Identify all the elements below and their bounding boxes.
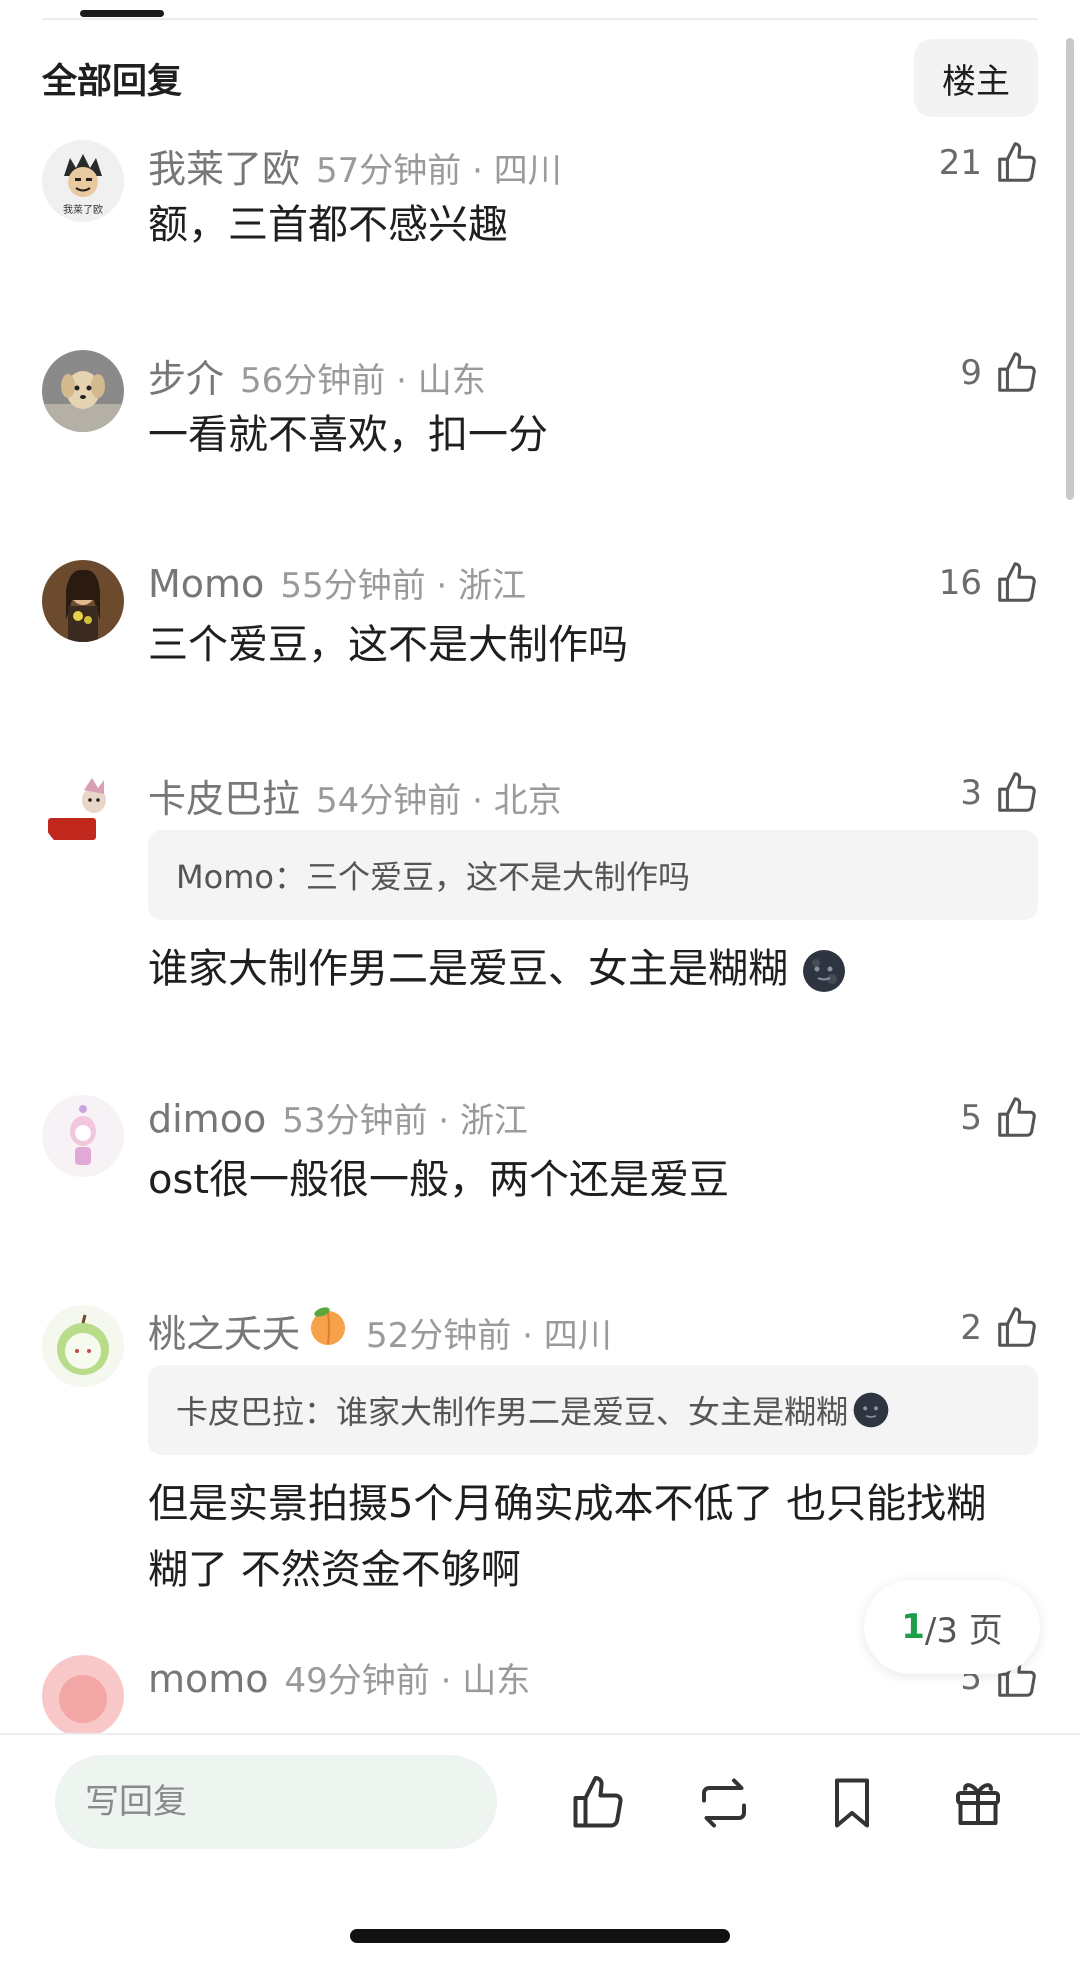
comment-username[interactable]: 桃之夭夭 bbox=[148, 1303, 300, 1358]
comment-text-content: 谁家大制作男二是爱豆、女主是糊糊 bbox=[148, 946, 788, 992]
thumbs-up-icon bbox=[998, 142, 1036, 182]
peach-emoji-icon bbox=[311, 1307, 346, 1345]
like-count: 3 bbox=[960, 773, 982, 813]
avatar[interactable] bbox=[42, 1655, 124, 1735]
page-indicator[interactable]: 1 /3 页 bbox=[864, 1580, 1040, 1674]
avatar[interactable] bbox=[42, 1095, 124, 1177]
comment-username[interactable]: Momo bbox=[148, 562, 264, 606]
home-indicator bbox=[350, 1929, 730, 1943]
comment-time-location: 53分钟前 · 浙江 bbox=[282, 1101, 528, 1141]
quoted-reply[interactable]: Momo：三个爱豆，这不是大制作吗 bbox=[148, 830, 1038, 920]
comment-time-location: 56分钟前 · 山东 bbox=[240, 361, 486, 401]
new-moon-face-emoji-icon bbox=[853, 1392, 889, 1428]
comment-text: 谁家大制作男二是爱豆、女主是糊糊 bbox=[148, 936, 1020, 1002]
comment-username[interactable]: 我莱了欧 bbox=[148, 138, 300, 193]
thumbs-up-icon bbox=[998, 772, 1036, 812]
comment-meta: dimoo 53分钟前 · 浙江 bbox=[148, 1093, 528, 1141]
comment-username[interactable]: 步介 bbox=[148, 348, 224, 403]
comment-meta: Momo 55分钟前 · 浙江 bbox=[148, 558, 526, 606]
avatar[interactable] bbox=[42, 1305, 124, 1387]
avatar[interactable]: 我莱了欧 bbox=[42, 140, 124, 222]
avatar[interactable] bbox=[42, 770, 124, 852]
like-button[interactable]: 3 bbox=[960, 770, 1040, 816]
new-moon-face-emoji-icon bbox=[802, 950, 845, 992]
comment-time-location: 57分钟前 · 四川 bbox=[316, 151, 562, 191]
thumbs-up-icon bbox=[998, 352, 1036, 392]
like-button[interactable]: 21 bbox=[939, 140, 1040, 186]
comment-text: 三个爱豆，这不是大制作吗 bbox=[148, 622, 628, 668]
reply-input[interactable] bbox=[55, 1755, 497, 1849]
comment-time-location: 55分钟前 · 浙江 bbox=[280, 566, 526, 606]
comment-list: 我莱了欧 我莱了欧 57分钟前 · 四川 21 额，三首都不感兴趣 步介 56分… bbox=[0, 130, 1080, 1735]
gift-button[interactable] bbox=[946, 1771, 1010, 1835]
like-button[interactable]: 9 bbox=[960, 350, 1040, 396]
comment-text: 但是实景拍摄5个月确实成本不低了 也只能找糊糊了 不然资金不够啊 bbox=[148, 1481, 987, 1593]
comment-text: 一看就不喜欢，扣一分 bbox=[148, 412, 548, 458]
comment-meta: 步介 56分钟前 · 山东 bbox=[148, 348, 486, 401]
like-count: 9 bbox=[960, 353, 982, 393]
comment-username[interactable]: momo bbox=[148, 1657, 269, 1701]
quoted-reply-text: 卡皮巴拉：谁家大制作男二是爱豆、女主是糊糊 bbox=[176, 1393, 849, 1431]
top-divider bbox=[42, 18, 1038, 20]
comment-meta: momo 49分钟前 · 山东 bbox=[148, 1653, 531, 1701]
like-button[interactable]: 2 bbox=[960, 1305, 1040, 1351]
comment-meta: 桃之夭夭 52分钟前 · 四川 bbox=[148, 1303, 612, 1356]
bottom-action-bar bbox=[0, 1733, 1080, 1963]
comment-time-location: 52分钟前 · 四川 bbox=[366, 1316, 612, 1356]
thumbs-up-icon bbox=[998, 562, 1036, 602]
like-post-button[interactable] bbox=[566, 1771, 630, 1835]
comments-header: 全部回复 楼主 bbox=[42, 38, 1038, 118]
thumbs-up-icon bbox=[573, 1776, 623, 1828]
page-title: 全部回复 bbox=[42, 61, 183, 102]
like-button[interactable]: 5 bbox=[960, 1095, 1040, 1141]
bookmark-button[interactable] bbox=[820, 1771, 884, 1835]
bookmark-icon bbox=[835, 1778, 869, 1828]
comment-username[interactable]: 卡皮巴拉 bbox=[148, 768, 300, 823]
repost-icon bbox=[702, 1778, 746, 1828]
repost-button[interactable] bbox=[692, 1771, 756, 1835]
comment-text: ost很一般很一般，两个还是爱豆 bbox=[148, 1157, 729, 1203]
thumbs-up-icon bbox=[998, 1307, 1036, 1347]
comment-text: 额，三首都不感兴趣 bbox=[148, 202, 508, 248]
current-page: 1 bbox=[901, 1607, 925, 1647]
quoted-reply-text: Momo：三个爱豆，这不是大制作吗 bbox=[176, 858, 690, 896]
comment-username[interactable]: dimoo bbox=[148, 1097, 266, 1141]
comment-time-location: 54分钟前 · 北京 bbox=[316, 781, 562, 821]
comment-meta: 卡皮巴拉 54分钟前 · 北京 bbox=[148, 768, 562, 821]
op-only-filter-button[interactable]: 楼主 bbox=[914, 39, 1038, 117]
like-count: 2 bbox=[960, 1308, 982, 1348]
avatar[interactable] bbox=[42, 560, 124, 642]
like-count: 16 bbox=[938, 563, 982, 603]
total-pages: /3 页 bbox=[924, 1610, 1003, 1651]
thumbs-up-icon bbox=[998, 1097, 1036, 1137]
like-button[interactable]: 16 bbox=[939, 560, 1040, 606]
like-count: 21 bbox=[938, 143, 982, 183]
comment-time-location: 49分钟前 · 山东 bbox=[284, 1661, 531, 1701]
gift-icon bbox=[956, 1783, 1000, 1825]
tab-indicator bbox=[80, 10, 164, 17]
like-count: 5 bbox=[960, 1098, 982, 1138]
avatar[interactable] bbox=[42, 350, 124, 432]
quoted-reply[interactable]: 卡皮巴拉：谁家大制作男二是爱豆、女主是糊糊 bbox=[148, 1365, 1038, 1455]
avatar-text: 我莱了欧 bbox=[63, 204, 103, 216]
comment-meta: 我莱了欧 57分钟前 · 四川 bbox=[148, 138, 562, 191]
